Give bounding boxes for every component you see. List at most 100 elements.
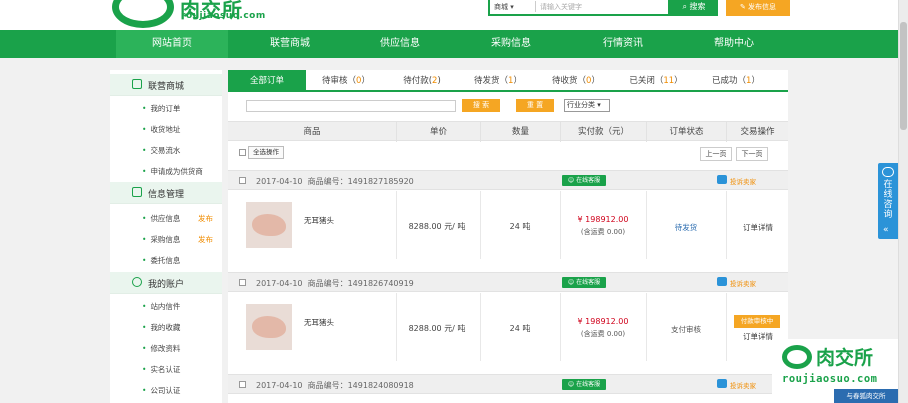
product-thumbnail[interactable] <box>246 304 292 350</box>
order-detail-link[interactable]: 订单详情 <box>728 222 788 233</box>
sidebar-section-title: 信息管理 <box>148 190 185 200</box>
order-status: 待发货 <box>674 223 698 232</box>
search-category-select[interactable]: 商城 ▾ <box>494 2 534 12</box>
industry-category-select[interactable]: 行业分类 ▾ <box>564 99 610 112</box>
col-status: 订单状态 <box>646 122 726 142</box>
page-scrollbar[interactable] <box>898 0 908 403</box>
report-seller-link[interactable]: 投诉卖家 <box>730 278 756 288</box>
product-image <box>252 214 286 236</box>
next-page-button[interactable]: 下一页 <box>736 147 768 161</box>
sidebar: 联营商城 我的订单 收货地址 交易流水 申请成为供货商 信息管理 供应信息 发布… <box>110 70 222 403</box>
tab-pending-receipt[interactable]: 待收货（0） <box>538 70 614 92</box>
search-input[interactable]: 请输入关键字 <box>540 2 582 12</box>
product-name[interactable]: 无耳猪头 <box>304 215 334 226</box>
order-checkbox[interactable] <box>239 381 246 388</box>
search-box: 商城 ▾ 请输入关键字 <box>488 0 670 16</box>
sidebar-section-account[interactable]: 我的账户 <box>110 272 222 294</box>
order-meta: 2017-04-10 商品编号：1491824080918 <box>256 381 414 390</box>
order-checkbox[interactable] <box>239 177 246 184</box>
search-divider <box>535 1 536 12</box>
paid-amount: ¥ 198912.00 <box>577 215 629 224</box>
nav-mall[interactable]: 联营商城 <box>234 30 346 58</box>
col-paid: 实付款（元） <box>560 122 646 142</box>
sidebar-item-supply-info[interactable]: 供应信息 <box>142 213 180 224</box>
filter-reset-button[interactable]: 重 置 <box>516 99 554 112</box>
sidebar-item-favorites[interactable]: 我的收藏 <box>142 322 180 333</box>
sidebar-item-realname-auth[interactable]: 实名认证 <box>142 364 180 375</box>
report-seller-link[interactable]: 投诉卖家 <box>730 176 756 186</box>
tab-succeeded[interactable]: 已成功（1） <box>698 70 774 92</box>
report-seller-link[interactable]: 投诉卖家 <box>730 380 756 390</box>
cell-divider <box>726 191 727 259</box>
unit-price: 8288.00 元/ 吨 <box>408 324 466 333</box>
main-nav: 网站首页 联营商城 供应信息 采购信息 行情资讯 帮助中心 <box>0 30 898 58</box>
prev-page-button[interactable]: 上一页 <box>700 147 732 161</box>
tab-closed[interactable]: 已关闭（11） <box>618 70 694 92</box>
watermark-bar: 与春狐肉交所 <box>834 389 898 403</box>
collapse-icon: « <box>883 225 889 235</box>
orders-panel: 全部订单 待审核（0） 待付款(2) 待发货（1） 待收货（0） 已关闭（11）… <box>228 70 788 403</box>
watermark-logo: 肉交所 roujiaosuo.com 与春狐肉交所 <box>772 339 898 403</box>
select-all-button[interactable]: 全选操作 <box>248 146 284 159</box>
quantity: 24 吨 <box>509 324 531 333</box>
tab-pending-review[interactable]: 待审核（0） <box>308 70 384 92</box>
publish-supply-link[interactable]: 发布 <box>198 213 213 224</box>
tab-pending-payment[interactable]: 待付款(2) <box>384 70 460 92</box>
online-service-button[interactable]: ☺ 在线客服 <box>562 277 606 288</box>
nav-market[interactable]: 行情资讯 <box>567 30 679 58</box>
sidebar-item-address[interactable]: 收货地址 <box>142 124 180 135</box>
sidebar-item-entrust-info[interactable]: 委托信息 <box>142 255 180 266</box>
sidebar-item-purchase-info[interactable]: 采购信息 <box>142 234 180 245</box>
col-product: 商品 <box>303 127 321 137</box>
payment-review-button[interactable]: 付款审核中 <box>734 315 780 328</box>
col-action: 交易操作 <box>726 122 788 142</box>
online-service-button[interactable]: ☺ 在线客服 <box>562 175 606 186</box>
cell-divider <box>560 293 561 361</box>
order-header: 2017-04-10 商品编号：1491824080918 ☺ 在线客服 投诉卖… <box>228 374 788 394</box>
logo-mark-icon[interactable] <box>112 0 174 28</box>
nav-supply[interactable]: 供应信息 <box>344 30 456 58</box>
sidebar-item-transactions[interactable]: 交易流水 <box>142 145 180 156</box>
nav-home[interactable]: 网站首页 <box>116 30 228 58</box>
sidebar-item-my-orders[interactable]: 我的订单 <box>142 103 180 114</box>
online-consult-button[interactable]: 在线咨询 « <box>878 163 898 239</box>
product-image <box>252 316 286 338</box>
order-tabs: 全部订单 待审核（0） 待付款(2) 待发货（1） 待收货（0） 已关闭（11）… <box>228 70 788 92</box>
tab-all-orders[interactable]: 全部订单 <box>228 70 306 92</box>
report-icon <box>717 277 727 286</box>
sidebar-item-messages[interactable]: 站内信件 <box>142 301 180 312</box>
quantity: 24 吨 <box>509 222 531 231</box>
bag-icon <box>132 79 142 89</box>
sidebar-section-title: 联营商城 <box>148 82 185 92</box>
product-thumbnail[interactable] <box>246 202 292 248</box>
filter-search-button[interactable]: 搜 索 <box>462 99 500 112</box>
table-header: 商品 单价 数量 实付款（元） 订单状态 交易操作 <box>228 121 788 142</box>
table-row: 无耳猪头 8288.00 元/ 吨 24 吨 ¥ 198912.00 (含运费 … <box>228 191 788 259</box>
order-checkbox[interactable] <box>239 279 246 286</box>
online-service-button[interactable]: ☺ 在线客服 <box>562 379 606 390</box>
post-info-button[interactable]: ✎ 发布信息 <box>726 0 790 16</box>
order-status: 支付审核 <box>671 325 701 334</box>
search-button[interactable]: ⌕ 搜索 <box>670 0 718 16</box>
sidebar-item-apply-supplier[interactable]: 申请成为供货商 <box>142 166 203 177</box>
order-meta: 2017-04-10 商品编号：1491826740919 <box>256 279 414 288</box>
tab-pending-shipment[interactable]: 待发货（1） <box>460 70 536 92</box>
scrollbar-thumb[interactable] <box>900 22 907 130</box>
publish-purchase-link[interactable]: 发布 <box>198 234 213 245</box>
nav-purchase[interactable]: 采购信息 <box>455 30 567 58</box>
cell-divider <box>560 191 561 259</box>
product-name[interactable]: 无耳猪头 <box>304 317 334 328</box>
nav-help[interactable]: 帮助中心 <box>678 30 790 58</box>
watermark-text: 肉交所 <box>816 347 874 369</box>
paid-amount: ¥ 198912.00 <box>577 317 629 326</box>
table-row: 无耳猪头 8288.00 元/ 吨 24 吨 ¥ 198912.00 (含运费 … <box>228 293 788 361</box>
sidebar-item-edit-profile[interactable]: 修改资料 <box>142 343 180 354</box>
sidebar-section-mall[interactable]: 联营商城 <box>110 74 222 96</box>
sidebar-section-info[interactable]: 信息管理 <box>110 182 222 204</box>
chat-icon <box>882 167 894 177</box>
logo-domain: roujiaosuo.com <box>181 11 266 21</box>
report-icon <box>717 175 727 184</box>
sidebar-item-company-auth[interactable]: 公司认证 <box>142 385 180 396</box>
select-all-checkbox[interactable] <box>239 149 246 156</box>
order-search-input[interactable] <box>246 100 456 112</box>
